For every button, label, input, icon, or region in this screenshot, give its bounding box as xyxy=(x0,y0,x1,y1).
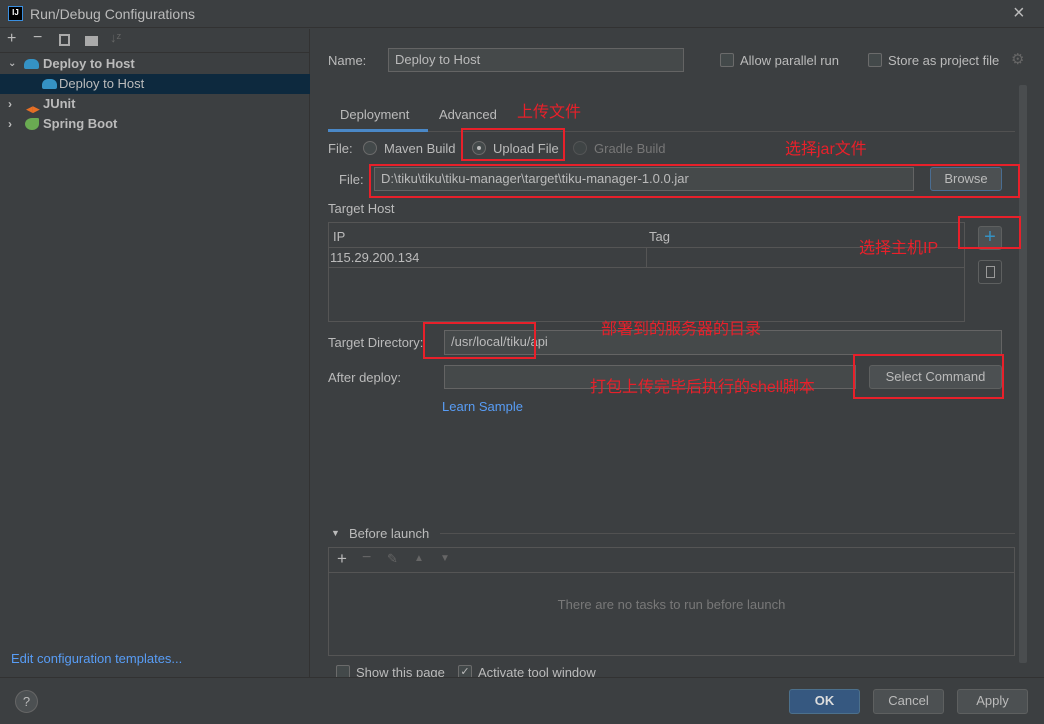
cancel-button[interactable]: Cancel xyxy=(873,689,944,714)
store-as-project-file-checkbox[interactable] xyxy=(868,53,882,67)
column-header-ip[interactable]: IP xyxy=(333,229,345,244)
remove-icon[interactable]: − xyxy=(33,29,42,47)
annotation-box-target-dir xyxy=(423,322,536,359)
name-input[interactable]: Deploy to Host xyxy=(388,48,684,72)
maven-build-label: Maven Build xyxy=(384,141,456,156)
tree-item-deploy-to-host[interactable]: Deploy to Host xyxy=(0,74,310,94)
window-title: Run/Debug Configurations xyxy=(30,6,195,22)
annotation-target-dir: 部署到的服务器的目录 xyxy=(601,321,762,338)
after-deploy-label: After deploy: xyxy=(328,370,401,385)
tree-item-junit[interactable]: › ◀▶ JUnit xyxy=(0,94,310,114)
new-folder-icon[interactable] xyxy=(85,36,98,46)
gear-icon[interactable]: ⚙ xyxy=(1011,50,1024,68)
sort-icon[interactable]: ↓ᶻ xyxy=(110,30,121,45)
cloud-upload-icon xyxy=(42,79,57,89)
close-icon[interactable]: × xyxy=(1013,2,1025,25)
annotation-box-select-command xyxy=(853,354,1004,399)
add-task-icon[interactable]: + xyxy=(337,549,347,569)
collapse-triangle-icon[interactable]: ▼ xyxy=(331,528,340,538)
tree-item-label: Deploy to Host xyxy=(43,56,135,71)
cloud-upload-icon xyxy=(24,59,39,69)
allow-parallel-run-label: Allow parallel run xyxy=(740,53,839,68)
host-ip-cell: 115.29.200.134 xyxy=(330,250,420,265)
trash-icon xyxy=(985,266,995,278)
chevron-right-icon[interactable]: › xyxy=(8,94,12,114)
annotation-select-jar: 选择jar文件 xyxy=(785,141,867,158)
column-header-tag[interactable]: Tag xyxy=(649,229,670,244)
spring-boot-icon xyxy=(25,118,39,130)
chevron-right-icon[interactable]: › xyxy=(8,114,12,134)
copy-icon[interactable] xyxy=(59,34,70,46)
remove-task-icon[interactable]: − xyxy=(362,549,371,567)
add-icon[interactable]: + xyxy=(7,30,16,48)
tab-advanced[interactable]: Advanced xyxy=(439,107,497,122)
before-launch-label[interactable]: Before launch xyxy=(349,526,429,541)
before-launch-separator xyxy=(440,533,1015,534)
annotation-box-upload xyxy=(461,128,565,161)
learn-sample-link[interactable]: Learn Sample xyxy=(442,399,523,414)
tree-item-label: Spring Boot xyxy=(43,116,118,131)
ok-button[interactable]: OK xyxy=(789,689,860,714)
annotation-upload-file: 上传文件 xyxy=(517,104,582,121)
sidebar-toolbar: + − ↓ᶻ xyxy=(0,29,310,53)
edit-configuration-templates-link[interactable]: Edit configuration templates... xyxy=(11,651,182,666)
before-launch-panel: + − ✎ ▲ ▼ There are no tasks to run befo… xyxy=(328,547,1015,656)
file-path-label: File: xyxy=(339,172,364,187)
intellij-logo-icon: IJ xyxy=(8,6,23,21)
empty-tasks-message: There are no tasks to run before launch xyxy=(557,597,786,612)
annotation-box-add-host xyxy=(958,216,1021,249)
move-up-icon[interactable]: ▲ xyxy=(414,553,424,564)
tree-item-label: JUnit xyxy=(43,96,76,111)
tree-item-deploy-to-host-group[interactable]: ⌄ Deploy to Host xyxy=(0,54,310,74)
before-launch-toolbar: + − ✎ ▲ ▼ xyxy=(329,548,1014,573)
tree-item-label: Deploy to Host xyxy=(59,76,145,91)
annotation-shell-script: 打包上传完毕后执行的shell脚本 xyxy=(590,379,815,396)
edit-task-icon[interactable]: ✎ xyxy=(387,551,398,567)
target-host-label: Target Host xyxy=(328,201,395,216)
store-as-project-file-label: Store as project file xyxy=(888,53,1000,68)
tree-item-spring-boot[interactable]: › Spring Boot xyxy=(0,114,310,134)
name-label: Name: xyxy=(328,53,367,68)
tab-separator xyxy=(328,131,1015,132)
delete-host-button[interactable] xyxy=(978,260,1002,284)
tab-deployment[interactable]: Deployment xyxy=(340,107,409,122)
chevron-down-icon[interactable]: ⌄ xyxy=(8,54,16,74)
annotation-select-host: 选择主机IP xyxy=(859,240,939,257)
target-directory-label: Target Directory: xyxy=(328,335,424,350)
maven-build-radio[interactable] xyxy=(363,141,377,155)
annotation-box-file xyxy=(369,164,1020,198)
move-down-icon[interactable]: ▼ xyxy=(440,553,450,564)
scrollbar[interactable] xyxy=(1019,85,1027,663)
file-type-label: File: xyxy=(328,141,353,156)
gradle-build-label: Gradle Build xyxy=(594,141,666,156)
title-bar: IJ Run/Debug Configurations × xyxy=(0,0,1044,28)
apply-button[interactable]: Apply xyxy=(957,689,1028,714)
active-tab-indicator xyxy=(328,129,428,132)
help-button[interactable]: ? xyxy=(15,690,38,713)
gradle-build-radio[interactable] xyxy=(573,141,587,155)
footer: ? OK Cancel Apply xyxy=(0,677,1044,724)
allow-parallel-run-checkbox[interactable] xyxy=(720,53,734,67)
